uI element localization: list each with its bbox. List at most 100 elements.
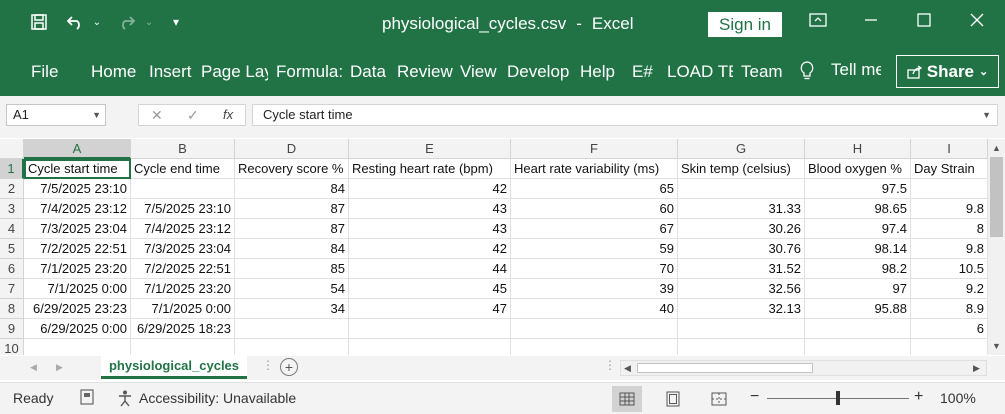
cell-h5[interactable]: 98.14 (805, 239, 911, 259)
close-icon[interactable] (951, 0, 1003, 40)
row-header-8[interactable]: 8 (0, 299, 24, 319)
formula-input[interactable]: Cycle start time ▼ (252, 104, 998, 126)
worksheet-grid[interactable]: A B D E F G H I 1 Cycle start time Cycle end time R… (0, 139, 988, 355)
sign-in-button[interactable]: Sign in (708, 12, 782, 37)
tell-me-search[interactable]: Tell me (831, 60, 881, 80)
tab-file[interactable]: File (31, 62, 61, 82)
more-sheets-icon[interactable]: ⋮ (262, 358, 274, 372)
vertical-scrollbar[interactable]: ▲ ▼ (988, 139, 1005, 355)
tab-formulas[interactable]: Formula: (276, 62, 342, 82)
cell-g5[interactable]: 30.76 (678, 239, 805, 259)
cell-g9[interactable] (678, 319, 805, 339)
cell-a4[interactable]: 7/3/2025 23:04 (24, 219, 131, 239)
cell-b3[interactable]: 7/5/2025 23:10 (131, 199, 235, 219)
cell-b4[interactable]: 7/4/2025 23:12 (131, 219, 235, 239)
cell-a7[interactable]: 7/1/2025 0:00 (24, 279, 131, 299)
cell-d4[interactable]: 87 (235, 219, 349, 239)
horizontal-scroll-thumb[interactable] (637, 363, 813, 373)
column-header-g[interactable]: G (678, 139, 805, 159)
cell-i10[interactable] (911, 339, 988, 355)
cell-a10[interactable] (24, 339, 131, 355)
cell-a2[interactable]: 7/5/2025 23:10 (24, 179, 131, 199)
tab-insert[interactable]: Insert (149, 62, 195, 82)
row-header-1[interactable]: 1 (0, 159, 24, 179)
undo-icon[interactable] (62, 0, 88, 44)
cell-i6[interactable]: 10.5 (911, 259, 988, 279)
cell-f3[interactable]: 60 (511, 199, 678, 219)
page-layout-view-icon[interactable] (658, 386, 688, 412)
cell-b7[interactable]: 7/1/2025 23:20 (131, 279, 235, 299)
cell-i2[interactable] (911, 179, 988, 199)
cell-a3[interactable]: 7/4/2025 23:12 (24, 199, 131, 219)
vertical-scroll-thumb[interactable] (990, 157, 1003, 237)
cell-b9[interactable]: 6/29/2025 18:23 (131, 319, 235, 339)
cell-h2[interactable]: 97.5 (805, 179, 911, 199)
expand-formula-bar-icon[interactable]: ▼ (982, 105, 991, 125)
cell-h9[interactable] (805, 319, 911, 339)
select-all-corner[interactable] (0, 139, 24, 159)
cell-e5[interactable]: 42 (349, 239, 511, 259)
tab-review[interactable]: Review (397, 62, 453, 82)
lightbulb-icon[interactable] (796, 56, 818, 86)
cell-g6[interactable]: 31.52 (678, 259, 805, 279)
column-header-a[interactable]: A (24, 139, 131, 159)
cell-h8[interactable]: 95.88 (805, 299, 911, 319)
macro-record-icon[interactable] (80, 389, 94, 408)
minimize-icon[interactable] (845, 0, 897, 40)
column-header-f[interactable]: F (511, 139, 678, 159)
save-icon[interactable] (26, 0, 52, 44)
row-header-4[interactable]: 4 (0, 219, 24, 239)
cell-h1[interactable]: Blood oxygen % (805, 159, 911, 179)
scroll-left-icon[interactable]: ◀ (624, 363, 631, 374)
split-handle-icon[interactable]: ⋮ (604, 358, 616, 372)
scroll-up-icon[interactable]: ▲ (992, 143, 1001, 153)
cell-h10[interactable] (805, 339, 911, 355)
cancel-icon[interactable]: ✕ (151, 107, 163, 124)
tab-page-layout[interactable]: Page Lay (201, 62, 268, 82)
cell-h6[interactable]: 98.2 (805, 259, 911, 279)
row-header-10[interactable]: 10 (0, 339, 24, 355)
zoom-out-button[interactable]: − (750, 388, 759, 406)
cell-b2[interactable] (131, 179, 235, 199)
cell-g10[interactable] (678, 339, 805, 355)
cell-d6[interactable]: 85 (235, 259, 349, 279)
scroll-right-icon[interactable]: ▶ (973, 363, 980, 374)
cell-h3[interactable]: 98.65 (805, 199, 911, 219)
insert-function-icon[interactable]: fx (223, 107, 233, 122)
page-break-view-icon[interactable] (704, 386, 734, 412)
share-button[interactable]: Share ⌄ (896, 55, 999, 88)
cell-i7[interactable]: 9.2 (911, 279, 988, 299)
cell-h4[interactable]: 97.4 (805, 219, 911, 239)
cell-g4[interactable]: 30.26 (678, 219, 805, 239)
cell-i3[interactable]: 9.8 (911, 199, 988, 219)
cell-i8[interactable]: 8.9 (911, 299, 988, 319)
accessibility-icon[interactable] (116, 389, 134, 410)
horizontal-scrollbar[interactable]: ◀ ▶ (620, 360, 987, 376)
cell-a1[interactable]: Cycle start time (24, 159, 131, 179)
cell-i9[interactable]: 6 (911, 319, 988, 339)
tab-view[interactable]: View (460, 62, 500, 82)
cell-e7[interactable]: 45 (349, 279, 511, 299)
cell-d8[interactable]: 34 (235, 299, 349, 319)
cell-g8[interactable]: 32.13 (678, 299, 805, 319)
cell-b6[interactable]: 7/2/2025 22:51 (131, 259, 235, 279)
prev-sheet-icon[interactable]: ◀ (30, 362, 37, 373)
cell-f4[interactable]: 67 (511, 219, 678, 239)
enter-icon[interactable]: ✓ (187, 107, 199, 124)
cell-e4[interactable]: 43 (349, 219, 511, 239)
tab-help[interactable]: Help (580, 62, 618, 82)
cell-b5[interactable]: 7/3/2025 23:04 (131, 239, 235, 259)
tab-developer[interactable]: Develop (507, 62, 572, 82)
cell-g3[interactable]: 31.33 (678, 199, 805, 219)
cell-g2[interactable] (678, 179, 805, 199)
cell-d10[interactable] (235, 339, 349, 355)
cell-d1[interactable]: Recovery score % (235, 159, 349, 179)
maximize-icon[interactable] (898, 0, 950, 40)
column-header-h[interactable]: H (805, 139, 911, 159)
tab-home[interactable]: Home (91, 62, 141, 82)
cell-d2[interactable]: 84 (235, 179, 349, 199)
zoom-in-button[interactable]: + (914, 388, 923, 406)
cell-e1[interactable]: Resting heart rate (bpm) (349, 159, 511, 179)
cell-d5[interactable]: 84 (235, 239, 349, 259)
ribbon-display-options-icon[interactable] (792, 0, 844, 40)
